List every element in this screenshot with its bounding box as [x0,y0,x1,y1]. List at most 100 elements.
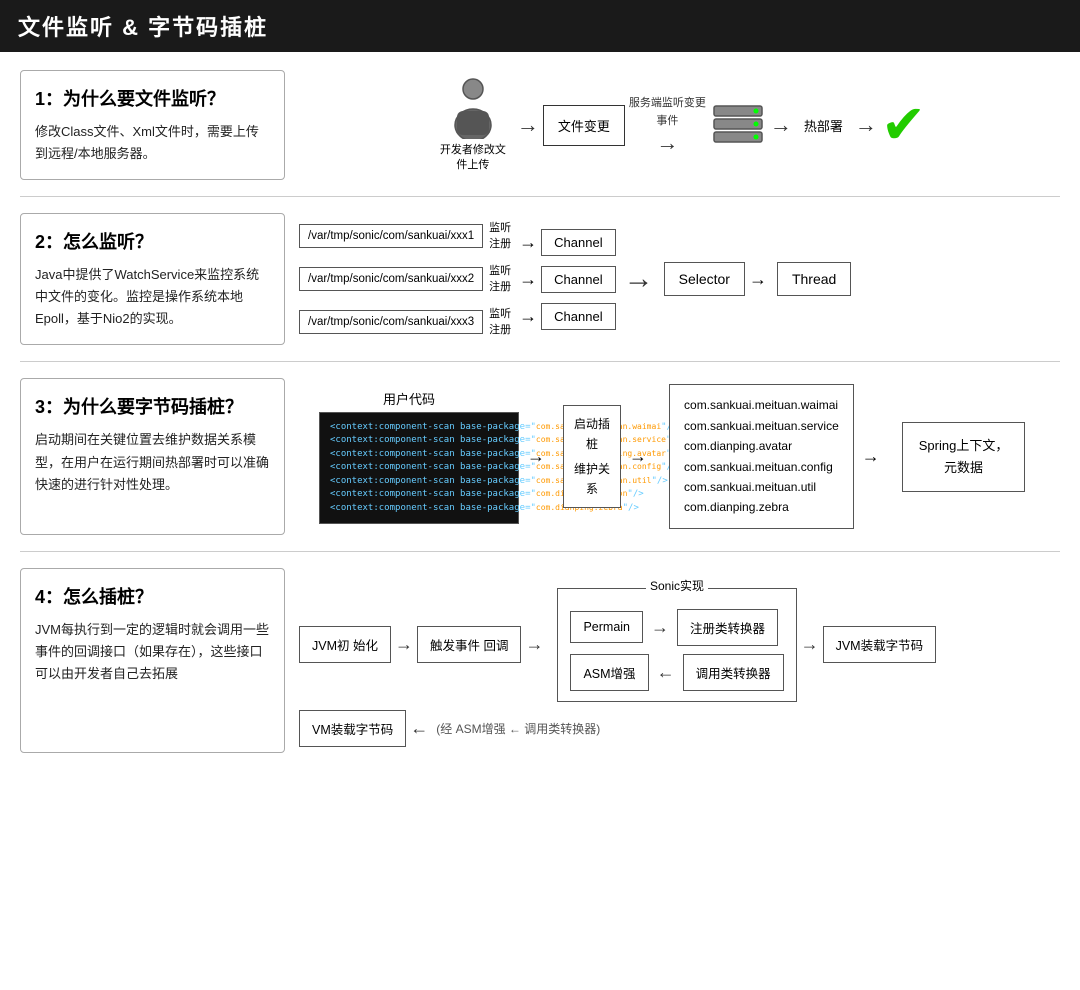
sonic-bottom-note: (经 ASM增强 ← 调用类转换器) [436,720,600,737]
server-label2: 事件 [656,112,678,128]
sonic-group: Sonic实现 Permain → 注册类转换器 ASM增强 ← [557,588,796,702]
path-row-1: /var/tmp/sonic/com/sankuai/xxx1 监听 注册 [299,220,513,253]
pkg-4: com.sankuai.meituan.config [684,457,839,477]
d4-arrow1: → [391,634,417,655]
section3-diagram: 用户代码 <context:component-scan base-packag… [299,378,1060,534]
jvm-load-box: JVM装载字节码 [823,626,937,663]
d4-arrow6: ← [406,718,432,739]
thread-box: Thread [777,262,851,296]
diagram4-container: JVM初 始化 → 触发事件 回调 → Sonic实现 Perma [299,588,1060,747]
path-box-3: /var/tmp/sonic/com/sankuai/xxx3 [299,310,483,334]
developer-label: 开发者修改文件上传 [440,143,506,174]
path-row-3: /var/tmp/sonic/com/sankuai/xxx3 监听 注册 [299,306,513,339]
section3-title: 3：为什么要字节码插桩？ [35,393,270,419]
section2-desc: Java中提供了WatchService来监控系统中文件的变化。监控是操作系统本… [35,264,270,330]
start-label: 启动插桩 [574,414,610,455]
content-area: 1：为什么要文件监听？ 修改Class文件、Xml文件时，需要上传到远程/本地服… [0,52,1080,771]
register-3: 监听 注册 [489,306,511,339]
pkg-3: com.dianping.avatar [684,436,839,456]
ch-row-3: → Channel [519,303,615,330]
sonic-inner: Permain → 注册类转换器 ASM增强 ← 调用类转换器 [570,609,783,691]
ch-row-1: → Channel [519,229,615,256]
page-wrapper: 文件监听 & 字节码插桩 1：为什么要文件监听？ 修改Class文件、Xml文件… [0,0,1080,990]
d4-top-row: JVM初 始化 → 触发事件 回调 → Sonic实现 Perma [299,588,1060,702]
d4-arrow5: → [797,634,823,655]
diagram1: 开发者修改文件上传 → 文件变更 服务端监听变更 事件 → [299,77,1060,174]
file-change-box: 文件变更 [543,105,625,146]
jvm-init-box: JVM初 始化 [299,626,391,663]
trigger-label: 触发事件 回调 [430,639,508,653]
d4-arrow3: → [647,617,673,638]
register-1: 监听 注册 [489,220,511,253]
register-text-2: 注册 [489,279,511,296]
paths-column: /var/tmp/sonic/com/sankuai/xxx1 监听 注册 /v… [299,220,513,339]
user-code-label: 用户代码 [383,389,435,408]
listen-2: 监听 [489,263,511,280]
channel-box-2: Channel [541,266,615,293]
spring-box: Spring上下文，元数据 [902,422,1026,492]
section1-title: 1：为什么要文件监听？ [35,85,270,111]
section4-desc: JVM每执行到一定的逻辑时就会调用一些事件的回调接口（如果存在），这些接口可以由… [35,619,270,685]
separator3 [20,551,1060,552]
diagram2-container: /var/tmp/sonic/com/sankuai/xxx1 监听 注册 /v… [299,220,1060,339]
section1-desc: 修改Class文件、Xml文件时，需要上传到远程/本地服务器。 [35,121,270,165]
server-label: 服务端监听变更 [629,94,706,110]
arrow2: 服务端监听变更 事件 → [625,94,710,156]
listen-1: 监听 [489,220,511,237]
packages-box: com.sankuai.meituan.waimai com.sankuai.m… [669,384,854,528]
section1-diagram: 开发者修改文件上传 → 文件变更 服务端监听变更 事件 → [299,70,1060,180]
section4-title: 4：怎么插桩？ [35,583,270,609]
channels-column: → Channel → Channel → Channel [519,229,615,330]
start-maintain-box: 启动插桩 维护关系 [563,405,621,509]
page-header: 文件监听 & 字节码插桩 [0,0,1080,52]
register-text-3: 注册 [489,322,511,339]
channel-box-3: Channel [541,303,615,330]
section4-left: 4：怎么插桩？ JVM每执行到一定的逻辑时就会调用一些事件的回调接口（如果存在）… [20,568,285,753]
path-box-1: /var/tmp/sonic/com/sankuai/xxx1 [299,224,483,248]
arrow3: → [766,112,796,138]
separator1 [20,196,1060,197]
checkmark-icon: ✔ [881,98,926,152]
sonic-bottom: ASM增强 ← 调用类转换器 [570,654,783,691]
register-text-1: 注册 [489,236,511,253]
section3-row: 3：为什么要字节码插桩？ 启动期间在关键位置去维护数据关系模型，在用户在运行期间… [20,378,1060,534]
jvm-init-label: JVM初 始化 [312,639,378,653]
register-2: 监听 注册 [489,263,511,296]
hot-deploy-label: 热部署 [804,116,843,135]
register-converter-box: 注册类转换器 [677,609,778,646]
invoke-converter-box: 调用类转换器 [683,654,784,691]
sonic-label: Sonic实现 [646,577,708,594]
section4-diagram: JVM初 始化 → 触发事件 回调 → Sonic实现 Perma [299,568,1060,753]
trigger-box: 触发事件 回调 [417,626,521,663]
section4-row: 4：怎么插桩？ JVM每执行到一定的逻辑时就会调用一些事件的回调接口（如果存在）… [20,568,1060,753]
developer-person: 开发者修改文件上传 [433,77,513,174]
big-arrow-selector: → [624,262,654,296]
spring-label: Spring上下文，元数据 [919,438,1009,475]
section2-left: 2：怎么监听？ Java中提供了WatchService来监控系统中文件的变化。… [20,213,285,345]
code-block: <context:component-scan base-package="co… [319,412,519,525]
d4-bottom-row: VM装载字节码 ← (经 ASM增强 ← 调用类转换器) [299,710,1060,747]
ch-row-2: → Channel [519,266,615,293]
section2-diagram: /var/tmp/sonic/com/sankuai/xxx1 监听 注册 /v… [299,213,1060,345]
separator2 [20,361,1060,362]
code-label-group: 用户代码 <context:component-scan base-packag… [299,389,519,525]
section2-row: 2：怎么监听？ Java中提供了WatchService来监控系统中文件的变化。… [20,213,1060,345]
maintain-label: 维护关系 [574,459,610,500]
section2-title: 2：怎么监听？ [35,228,270,254]
section3-left: 3：为什么要字节码插桩？ 启动期间在关键位置去维护数据关系模型，在用户在运行期间… [20,378,285,534]
sonic-top: Permain → 注册类转换器 [570,609,783,646]
d4-arrow2: → [521,634,547,655]
pkg-6: com.dianping.zebra [684,497,839,517]
pkg-5: com.sankuai.meituan.util [684,477,839,497]
pkg-2: com.sankuai.meituan.service [684,416,839,436]
page-title: 文件监听 & 字节码插桩 [18,15,268,40]
section1-row: 1：为什么要文件监听？ 修改Class文件、Xml文件时，需要上传到远程/本地服… [20,70,1060,180]
diagram3-container: 用户代码 <context:component-scan base-packag… [299,384,1060,528]
channel-box-1: Channel [541,229,615,256]
pkg-1: com.sankuai.meituan.waimai [684,395,839,415]
arrow1: → [513,112,543,138]
vm-load-box: VM装载字节码 [299,710,406,747]
section3-desc: 启动期间在关键位置去维护数据关系模型，在用户在运行期间热部署时可以准确快速的进行… [35,429,270,495]
selector-box: Selector [664,262,745,296]
server-icon-group [710,102,766,148]
